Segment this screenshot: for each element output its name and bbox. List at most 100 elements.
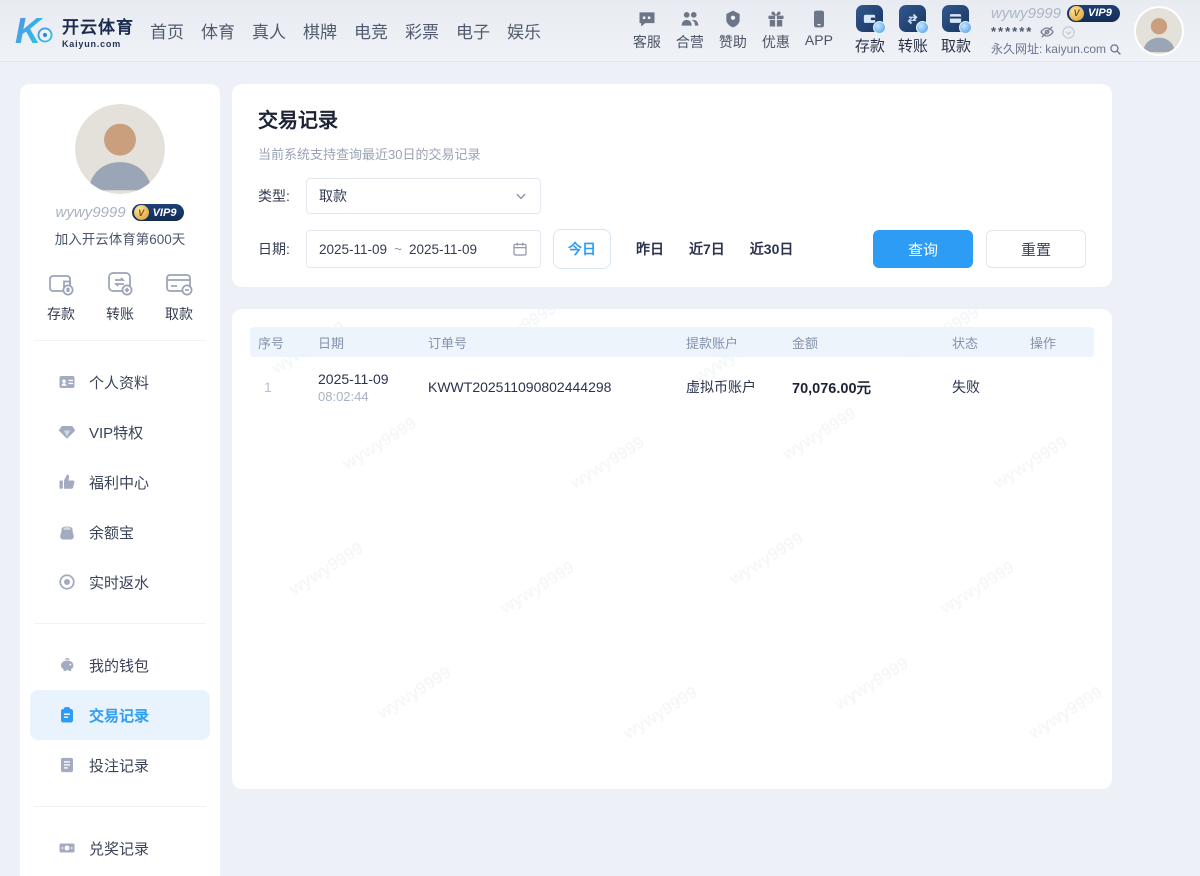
- id-card-icon: [58, 373, 76, 391]
- table-header-row: 序号 日期 订单号 提款账户 金额 状态 操作: [250, 327, 1094, 357]
- row-date: 2025-11-09: [318, 371, 420, 387]
- deposit-label: 存款: [855, 35, 885, 56]
- calendar-icon: [512, 241, 528, 257]
- sidebar-item-label: 福利中心: [89, 472, 149, 493]
- refresh-balance-icon[interactable]: [1061, 25, 1076, 40]
- row-status: 失败: [944, 377, 1022, 397]
- app-download-button[interactable]: APP: [805, 9, 833, 52]
- nav-lottery[interactable]: 彩票: [401, 14, 443, 47]
- thumbs-up-icon: [58, 473, 76, 491]
- sidebar-item-prize-records[interactable]: 兑奖记录: [30, 823, 210, 873]
- sidebar-avatar: [75, 104, 165, 194]
- sidebar-withdraw-button[interactable]: 取款: [164, 268, 194, 324]
- chevron-down-icon: [514, 189, 528, 203]
- date-filter-row: 日期: 2025-11-09 ~ 2025-11-09 今日 昨日 近7日 近3…: [258, 229, 1086, 269]
- col-header-status: 状态: [944, 333, 1022, 352]
- withdraw-button[interactable]: 取款: [941, 5, 971, 56]
- nav-slots[interactable]: 电子: [452, 14, 494, 47]
- nav-board-games[interactable]: 棋牌: [299, 14, 341, 47]
- bet-record-icon: [58, 756, 76, 774]
- col-header-date: 日期: [310, 333, 420, 352]
- sidebar-item-label: 交易记录: [89, 705, 149, 726]
- sidebar-item-benefits-center[interactable]: 福利中心: [30, 457, 210, 507]
- eye-off-icon[interactable]: [1039, 24, 1055, 40]
- sidebar-deposit-label: 存款: [47, 304, 75, 324]
- sidebar-menu-group-3: 兑奖记录 消息中心 99+: [20, 823, 220, 876]
- sidebar-item-betting-records[interactable]: 投注记录: [30, 740, 210, 790]
- col-header-order-no: 订单号: [420, 333, 678, 352]
- row-order-number: KWWT202511090802444298: [420, 379, 678, 395]
- wallet-shortcuts: 存款 转账 取款: [855, 5, 971, 56]
- range-30days-button[interactable]: 近30日: [750, 239, 794, 259]
- sidebar-item-label: VIP特权: [89, 422, 143, 443]
- transfer-outline-icon: [105, 268, 135, 298]
- range-7days-button[interactable]: 近7日: [689, 239, 725, 259]
- range-today-button[interactable]: 今日: [553, 229, 611, 269]
- nav-live-casino[interactable]: 真人: [248, 14, 290, 47]
- promotions-label: 优惠: [762, 32, 790, 52]
- sidebar-item-yuebao[interactable]: 余额宝: [30, 507, 210, 557]
- reset-button[interactable]: 重置: [986, 230, 1086, 268]
- sidebar-item-vip-privileges[interactable]: VIP特权: [30, 407, 210, 457]
- sidebar-deposit-button[interactable]: 存款: [46, 268, 76, 324]
- range-yesterday-button[interactable]: 昨日: [636, 239, 664, 259]
- nav-entertainment[interactable]: 娱乐: [503, 14, 545, 47]
- customer-service-button[interactable]: 客服: [633, 9, 661, 52]
- row-withdraw-account: 虚拟币账户: [678, 377, 784, 397]
- transfer-button[interactable]: 转账: [898, 5, 928, 56]
- gift-icon: [766, 9, 786, 29]
- row-index: 1: [250, 379, 310, 395]
- page-subtitle: 当前系统支持查询最近30日的交易记录: [258, 144, 1086, 163]
- prize-banknote-icon: [58, 839, 76, 857]
- mobile-phone-icon: [809, 9, 829, 29]
- permanent-url-value[interactable]: kaiyun.com: [1045, 42, 1106, 57]
- main-content: 交易记录 当前系统支持查询最近30日的交易记录 类型: 取款 日期: 2025-…: [232, 84, 1112, 789]
- sidebar-item-transaction-records[interactable]: 交易记录: [30, 690, 210, 740]
- nav-home[interactable]: 首页: [146, 14, 188, 47]
- withdraw-label: 取款: [941, 35, 971, 56]
- sidebar-item-label: 个人资料: [89, 372, 149, 393]
- brand-logo[interactable]: K 开云体育 Kaiyun.com: [14, 10, 134, 52]
- type-selected-value: 取款: [319, 186, 347, 206]
- type-label: 类型:: [258, 186, 298, 206]
- sidebar-item-label: 投注记录: [89, 755, 149, 776]
- sidebar-item-my-wallet[interactable]: 我的钱包: [30, 640, 210, 690]
- utility-menu: 客服 合营 赞助 优惠 APP: [633, 9, 833, 52]
- col-header-account: 提款账户: [678, 333, 784, 352]
- date-label: 日期:: [258, 239, 298, 259]
- date-range-input[interactable]: 2025-11-09 ~ 2025-11-09: [306, 230, 541, 268]
- user-avatar[interactable]: [1136, 8, 1182, 54]
- type-select[interactable]: 取款: [306, 178, 541, 214]
- sidebar-transfer-label: 转账: [106, 304, 134, 324]
- sidebar-transfer-button[interactable]: 转账: [105, 268, 135, 324]
- records-table-card: wywy9999wywy9999wywy9999wywy9999 wywy999…: [232, 309, 1112, 789]
- sidebar-vip-level-text: VIP9: [153, 207, 177, 219]
- diamond-icon: [58, 423, 76, 441]
- row-amount: 70,076.00元: [784, 377, 944, 398]
- col-header-index: 序号: [250, 333, 310, 352]
- magnifier-icon[interactable]: [1109, 43, 1122, 56]
- sidebar-divider: [34, 623, 206, 624]
- sidebar-item-profile[interactable]: 个人资料: [30, 357, 210, 407]
- partners-icon: [680, 9, 700, 29]
- query-button[interactable]: 查询: [873, 230, 973, 268]
- row-time: 08:02:44: [318, 389, 420, 404]
- top-navigation-bar: K 开云体育 Kaiyun.com 首页 体育 真人 棋牌 电竞 彩票 电子 娱…: [0, 0, 1200, 62]
- sidebar-vip-badge: V VIP9: [132, 204, 185, 221]
- sponsor-label: 赞助: [719, 32, 747, 52]
- row-datetime: 2025-11-09 08:02:44: [310, 371, 420, 404]
- deposit-button[interactable]: 存款: [855, 5, 885, 56]
- sidebar-item-realtime-rebate[interactable]: 实时返水: [30, 557, 210, 607]
- nav-esports[interactable]: 电竞: [350, 14, 392, 47]
- withdraw-icon: [942, 5, 969, 32]
- brand-name: 开云体育: [62, 13, 134, 38]
- primary-nav: 首页 体育 真人 棋牌 电竞 彩票 电子 娱乐: [146, 14, 545, 47]
- promotions-button[interactable]: 优惠: [762, 9, 790, 52]
- sidebar-menu-group-2: 我的钱包 交易记录 投注记录: [20, 640, 220, 790]
- brand-domain: Kaiyun.com: [62, 39, 134, 49]
- sponsor-button[interactable]: 赞助: [719, 9, 747, 52]
- nav-sports[interactable]: 体育: [197, 14, 239, 47]
- transfer-icon: [899, 5, 926, 32]
- col-header-action: 操作: [1022, 333, 1094, 352]
- partnership-button[interactable]: 合营: [676, 9, 704, 52]
